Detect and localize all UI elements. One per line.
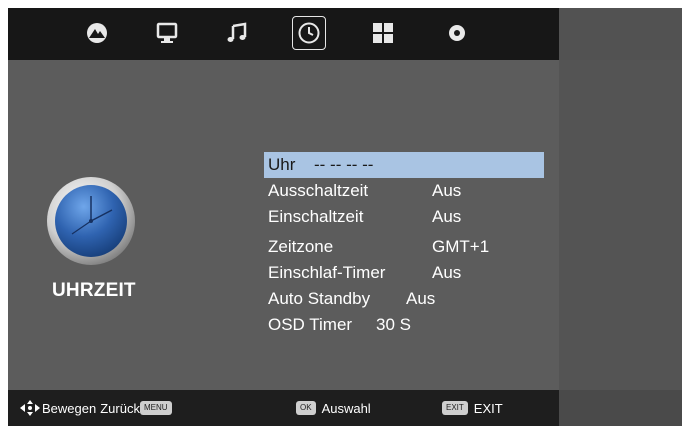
menu-item-label: Zeitzone [268, 237, 334, 256]
picture-icon [87, 23, 107, 43]
display-icon [156, 22, 178, 43]
menu-item-value: Aus [432, 263, 462, 282]
tab-apps[interactable] [366, 16, 400, 50]
menu-item-value: Aus [432, 207, 462, 226]
menu-item-label: Uhr [268, 155, 296, 174]
menu-key-badge: MENU [139, 401, 172, 415]
ok-key-badge: OK [296, 401, 316, 415]
hint-move-label: Bewegen [42, 400, 97, 416]
hint-exit-label: EXIT [473, 400, 503, 416]
tab-settings[interactable] [440, 16, 474, 50]
clock-icon [298, 22, 320, 44]
menu-item-value: 30 S [376, 315, 411, 334]
grid-icon [373, 23, 393, 43]
right-side-panel [559, 60, 682, 390]
menu-item-value: Aus [406, 289, 436, 308]
music-icon [227, 22, 247, 42]
footer-right-area [559, 390, 682, 426]
footer-hint-bar: Bewegen Zurück MENU OK Auswahl EXIT EXIT [8, 390, 559, 426]
menu-item-label: Einschaltzeit [268, 207, 364, 226]
hint-select-label: Auswahl [321, 400, 371, 416]
menu-item-clock[interactable]: Uhr -- -- -- -- [264, 152, 544, 178]
menu-item-label: Auto Standby [268, 289, 371, 308]
tab-time[interactable] [292, 16, 326, 50]
menu-item-timezone[interactable]: Zeitzone GMT+1 [264, 234, 544, 260]
hint-back-label: Zurück [100, 400, 140, 416]
menu-item-value: GMT+1 [432, 237, 490, 256]
tv-osd-screen: UHRZEIT Uhr -- -- -- -- Ausschaltzeit Au… [8, 8, 682, 426]
menu-tab-bar [8, 8, 559, 60]
menu-item-sleep-timer[interactable]: Einschlaf-Timer Aus [264, 260, 544, 286]
top-bar-right-area [559, 8, 682, 60]
menu-item-label: OSD Timer [268, 315, 353, 334]
tab-picture[interactable] [80, 16, 114, 50]
menu-item-osd-timer[interactable]: OSD Timer 30 S [264, 312, 544, 338]
menu-item-auto-standby[interactable]: Auto Standby Aus [264, 286, 544, 312]
hint-move: Bewegen Zurück MENU [20, 390, 178, 426]
hint-select: OK Auswahl [290, 390, 371, 426]
exit-key-badge: EXIT [442, 401, 468, 415]
category-clock-icon [46, 176, 136, 266]
menu-item-label: Einschlaf-Timer [268, 263, 386, 282]
menu-item-label: Ausschaltzeit [268, 181, 369, 200]
settings-menu: Uhr -- -- -- -- Ausschaltzeit Aus Einsch… [264, 152, 544, 338]
gear-icon [449, 25, 465, 41]
menu-item-on-time[interactable]: Einschaltzeit Aus [264, 204, 544, 230]
tab-display[interactable] [150, 16, 184, 50]
tab-music[interactable] [220, 16, 254, 50]
menu-item-off-time[interactable]: Ausschaltzeit Aus [264, 178, 544, 204]
menu-item-value: Aus [432, 181, 462, 200]
dpad-arrows-icon [20, 400, 40, 416]
category-title: UHRZEIT [52, 280, 136, 301]
hint-exit: EXIT EXIT [436, 390, 503, 426]
menu-item-value: -- -- -- -- [314, 155, 374, 174]
